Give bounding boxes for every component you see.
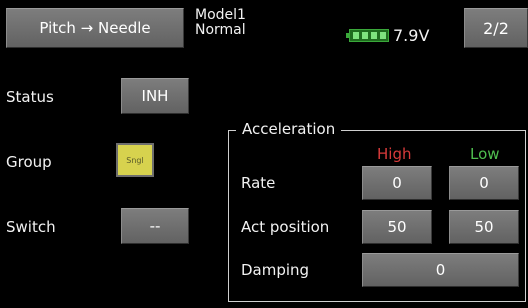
switch-label: Switch bbox=[6, 218, 56, 236]
damping-label: Damping bbox=[241, 261, 310, 279]
high-column-label: High bbox=[377, 145, 412, 163]
battery-icon bbox=[346, 29, 389, 42]
act-position-low-button[interactable]: 50 bbox=[449, 210, 519, 244]
condition-name: Normal bbox=[195, 22, 246, 38]
low-column-label: Low bbox=[470, 145, 500, 163]
group-single-icon[interactable]: Sngl bbox=[116, 143, 154, 177]
rate-label: Rate bbox=[241, 174, 276, 192]
act-position-high-button[interactable]: 50 bbox=[362, 210, 432, 244]
page-toggle-button[interactable]: 2/2 bbox=[464, 8, 528, 48]
act-position-label: Act position bbox=[241, 218, 330, 236]
acceleration-title: Acceleration bbox=[236, 120, 342, 138]
damping-button[interactable]: 0 bbox=[362, 253, 519, 287]
status-button[interactable]: INH bbox=[121, 78, 189, 114]
group-label: Group bbox=[6, 153, 52, 171]
model-name: Model1 bbox=[195, 7, 246, 23]
function-title-button[interactable]: Pitch → Needle bbox=[6, 8, 184, 48]
status-label: Status bbox=[6, 88, 54, 106]
rate-low-button[interactable]: 0 bbox=[449, 166, 519, 200]
battery-voltage: 7.9V bbox=[393, 26, 430, 45]
rate-high-button[interactable]: 0 bbox=[362, 166, 432, 200]
switch-button[interactable]: -- bbox=[121, 208, 189, 244]
